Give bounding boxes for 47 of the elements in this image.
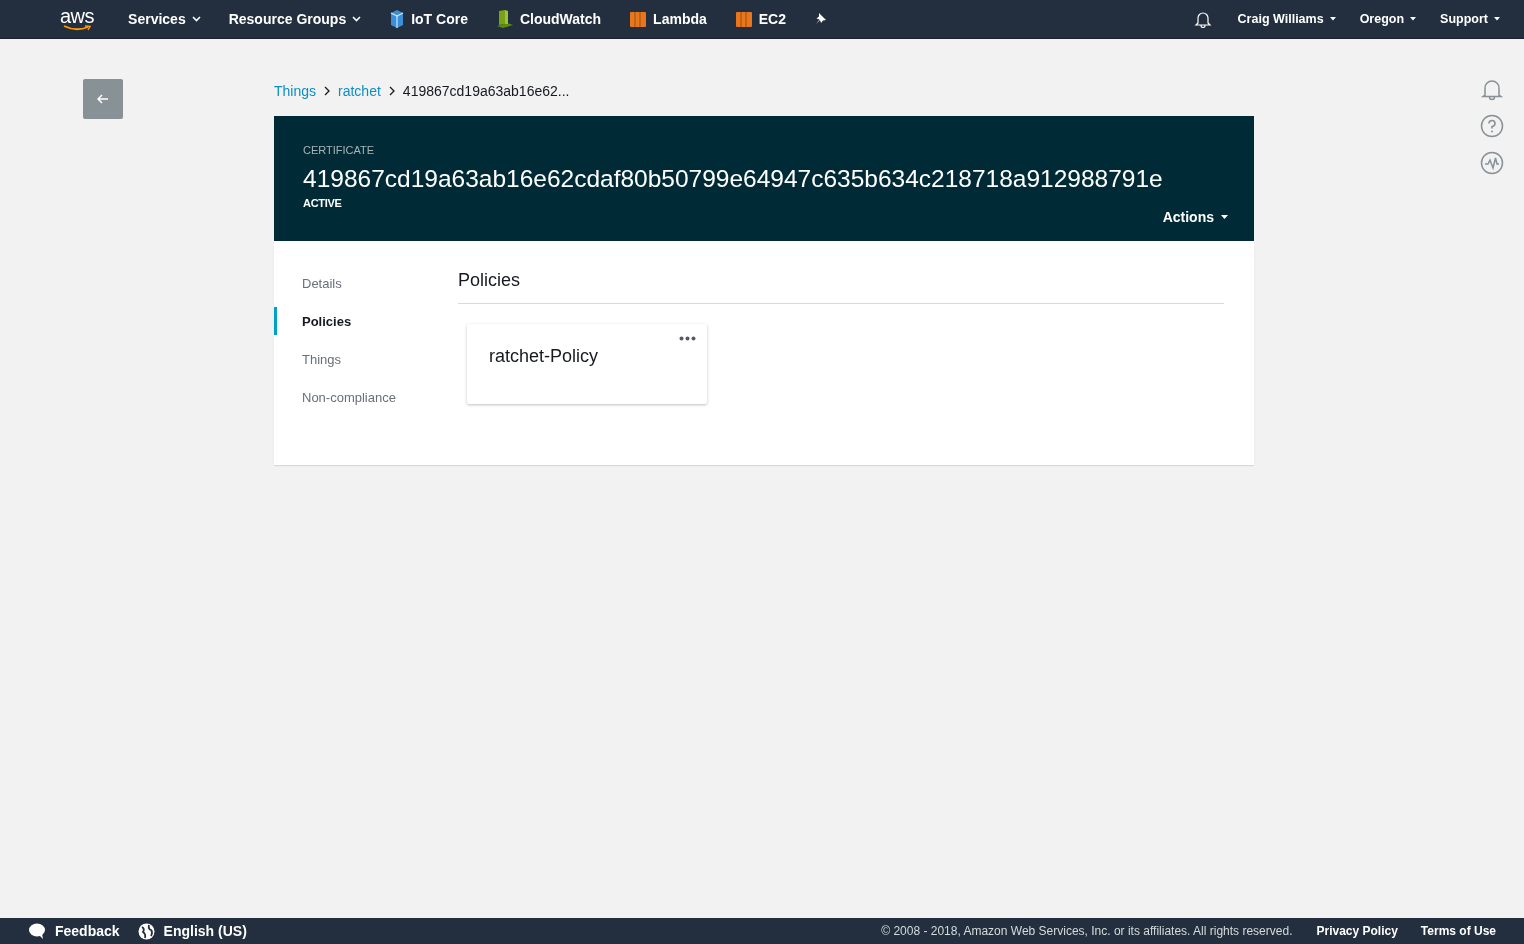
chevron-right-icon	[324, 86, 331, 96]
account-menu[interactable]: Craig Williams	[1237, 12, 1336, 26]
language-selector[interactable]: English (US)	[137, 922, 247, 940]
account-menu[interactable]: Support	[1440, 12, 1500, 26]
bell-icon[interactable]	[1193, 10, 1212, 28]
smile-arrow-icon	[63, 25, 92, 31]
pin-icon[interactable]	[814, 12, 828, 26]
caret-down-icon	[1410, 17, 1417, 21]
more-options-icon[interactable]	[679, 336, 696, 341]
copyright-text: © 2008 - 2018, Amazon Web Services, Inc. or its affiliates. All rights reserved.	[881, 924, 1293, 938]
aws-logo[interactable]: aws	[60, 7, 95, 31]
cube-stack-icon[interactable]	[389, 9, 406, 29]
section-title: Policies	[458, 269, 1224, 304]
help-icon[interactable]	[1480, 114, 1504, 138]
caret-down-icon	[1329, 17, 1336, 21]
footer-link[interactable]: Privacy Policy	[1316, 924, 1398, 938]
footer-link[interactable]: Terms of Use	[1420, 924, 1496, 938]
caret-down-icon	[1494, 17, 1500, 21]
side-nav-item[interactable]: Things	[274, 345, 458, 373]
speech-bubble-icon	[28, 923, 46, 939]
policy-name: ratchet-Policy	[489, 346, 600, 367]
feedback-button[interactable]: Feedback	[28, 923, 120, 939]
nav-menu[interactable]: Resource Groups	[228, 11, 362, 27]
arrow-left-icon	[97, 94, 109, 104]
side-nav-item[interactable]: Policies	[274, 307, 458, 335]
policy-card[interactable]: ratchet-Policy	[467, 324, 707, 404]
side-nav-item[interactable]: Non-compliance	[274, 383, 458, 411]
certificate-id: 419867cd19a63ab16e62cdaf80b50799e64947c635b634c218718a912988791e	[303, 165, 1164, 193]
account-menu[interactable]: Oregon	[1359, 12, 1417, 26]
activity-pulse-icon[interactable]	[1480, 151, 1504, 175]
striped-block-icon[interactable]	[734, 9, 753, 29]
globe-icon	[137, 922, 155, 940]
breadcrumb-current: 419867cd19a63ab16e62...	[402, 83, 570, 99]
resource-type-label: CERTIFICATE	[303, 144, 376, 156]
chevron-down-icon	[191, 16, 201, 22]
nav-menu[interactable]: Services	[128, 11, 201, 27]
side-nav-item[interactable]: Details	[274, 269, 458, 297]
chevron-down-icon	[352, 16, 362, 22]
actions-menu[interactable]: Actions	[1162, 209, 1228, 225]
striped-block-icon[interactable]	[629, 9, 648, 29]
service-shortcut[interactable]: IoT Core	[389, 9, 468, 29]
service-shortcut[interactable]: CloudWatch	[495, 9, 602, 29]
chevron-right-icon	[388, 86, 395, 96]
caret-down-icon	[1221, 215, 1228, 219]
service-shortcut[interactable]: EC2	[734, 9, 786, 29]
service-shortcut[interactable]: Lambda	[629, 9, 707, 29]
status-label: ACTIVE	[303, 197, 342, 209]
